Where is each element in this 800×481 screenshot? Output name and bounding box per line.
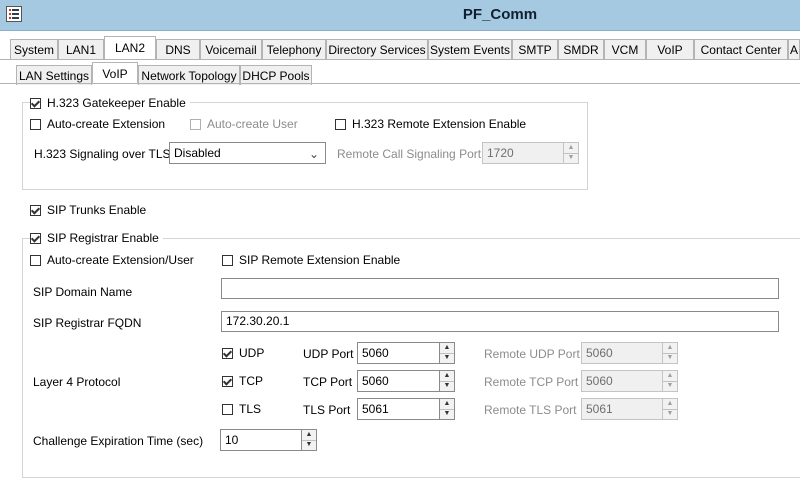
main-tab-bar: System LAN1 LAN2 DNS Voicemail Telephony… [10,36,800,60]
remote-tcp-port-spinner: 5060 ▲ ▼ [581,370,678,392]
checkbox-checked[interactable] [222,375,233,387]
spin-down-icon: ▼ [666,354,674,361]
sub-tab-bar-divider [0,83,800,84]
tab-system-events[interactable]: System Events [428,39,512,59]
tab-smdr[interactable]: SMDR [558,39,604,59]
remote-udp-port-spinner: 5060 ▲ ▼ [581,342,678,364]
spin-down-icon[interactable]: ▼ [440,409,454,419]
remote-call-signaling-port-label: Remote Call Signaling Port [337,147,482,161]
tcp-port-label: TCP Port [303,375,353,389]
checkbox-checked[interactable] [30,204,41,216]
h323-gatekeeper-enable-checkbox[interactable]: H.323 Gatekeeper Enable [30,96,190,110]
spin-down-icon[interactable]: ▼ [440,381,454,391]
subtab-network-topology[interactable]: Network Topology [138,65,240,85]
remote-tls-port-spinner: 5061 ▲ ▼ [581,398,678,420]
tcp-checkbox[interactable]: TCP [222,374,263,388]
chevron-down-icon[interactable]: ⌄ [307,144,321,164]
subtab-lan-settings[interactable]: LAN Settings [16,65,92,85]
auto-create-user-checkbox: Auto-create User [190,117,298,131]
sip-domain-name-label: SIP Domain Name [33,285,133,299]
sip-registrar-fqdn-input[interactable]: 172.30.20.1 [221,311,779,332]
challenge-expiration-spinner[interactable]: 10 ▲ ▼ [220,429,317,451]
tcp-port-spinner[interactable]: 5060 ▲ ▼ [357,370,455,392]
tab-dns[interactable]: DNS [156,39,200,59]
tab-lan1[interactable]: LAN1 [58,39,104,59]
spin-down-icon: ▼ [666,382,674,389]
udp-port-spinner[interactable]: 5060 ▲ ▼ [357,342,455,364]
checkbox-checked[interactable] [30,97,41,109]
window-title: PF_Comm [462,6,538,23]
subtab-dhcp-pools[interactable]: DHCP Pools [240,65,312,85]
remote-tcp-port-label: Remote TCP Port [484,375,579,389]
tab-directory-services[interactable]: Directory Services [326,39,428,59]
subtab-voip[interactable]: VoIP [92,62,138,84]
tls-checkbox[interactable]: TLS [222,402,261,416]
spin-down-icon: ▼ [567,154,575,161]
checkbox-unchecked[interactable] [335,118,346,130]
remote-udp-port-label: Remote UDP Port [484,347,580,361]
layer4-protocol-label: Layer 4 Protocol [33,375,121,389]
checkbox-unchecked[interactable] [30,118,41,130]
tab-bar-divider [0,59,800,60]
checkbox-unchecked[interactable] [222,254,233,266]
spin-down-icon[interactable]: ▼ [302,440,316,450]
auto-create-extension-checkbox[interactable]: Auto-create Extension [30,117,165,131]
spin-down-icon: ▼ [666,410,674,417]
tab-smtp[interactable]: SMTP [512,39,558,59]
checkbox-checked[interactable] [222,347,233,359]
tab-overflow[interactable]: A [788,39,800,59]
auto-create-extension-user-checkbox[interactable]: Auto-create Extension/User [30,253,194,267]
tab-vcm[interactable]: VCM [604,39,646,59]
sub-tab-bar: LAN Settings VoIP Network Topology DHCP … [16,62,312,85]
sip-registrar-fqdn-label: SIP Registrar FQDN [33,316,142,330]
tab-telephony[interactable]: Telephony [262,39,326,59]
tab-voip[interactable]: VoIP [646,39,694,59]
remote-call-signaling-port-spinner: 1720 ▲ ▼ [482,142,579,164]
spin-down-icon[interactable]: ▼ [440,353,454,363]
sip-registrar-enable-checkbox[interactable]: SIP Registrar Enable [30,231,163,245]
sip-domain-name-input[interactable] [221,278,779,299]
h323-signaling-tls-select[interactable]: Disabled ⌄ [169,142,326,164]
remote-tls-port-label: Remote TLS Port [484,403,577,417]
checkbox-unchecked[interactable] [222,403,233,415]
h323-signaling-tls-label: H.323 Signaling over TLS [34,147,171,161]
tls-port-label: TLS Port [303,403,351,417]
checkbox-disabled [190,118,201,130]
tab-system[interactable]: System [10,39,58,59]
title-bar: PF_Comm [0,0,800,31]
udp-checkbox[interactable]: UDP [222,346,264,360]
checkbox-unchecked[interactable] [30,254,41,266]
tab-contact-center[interactable]: Contact Center [694,39,788,59]
challenge-expiration-label: Challenge Expiration Time (sec) [33,434,204,448]
checkbox-checked[interactable] [30,232,41,244]
tab-lan2[interactable]: LAN2 [104,36,156,60]
sip-trunks-enable-checkbox[interactable]: SIP Trunks Enable [30,203,146,217]
sip-remote-extension-enable-checkbox[interactable]: SIP Remote Extension Enable [222,253,400,267]
udp-port-label: UDP Port [303,347,354,361]
h323-remote-extension-enable-checkbox[interactable]: H.323 Remote Extension Enable [335,117,526,131]
tls-port-spinner[interactable]: 5061 ▲ ▼ [357,398,455,420]
tab-voicemail[interactable]: Voicemail [200,39,262,59]
